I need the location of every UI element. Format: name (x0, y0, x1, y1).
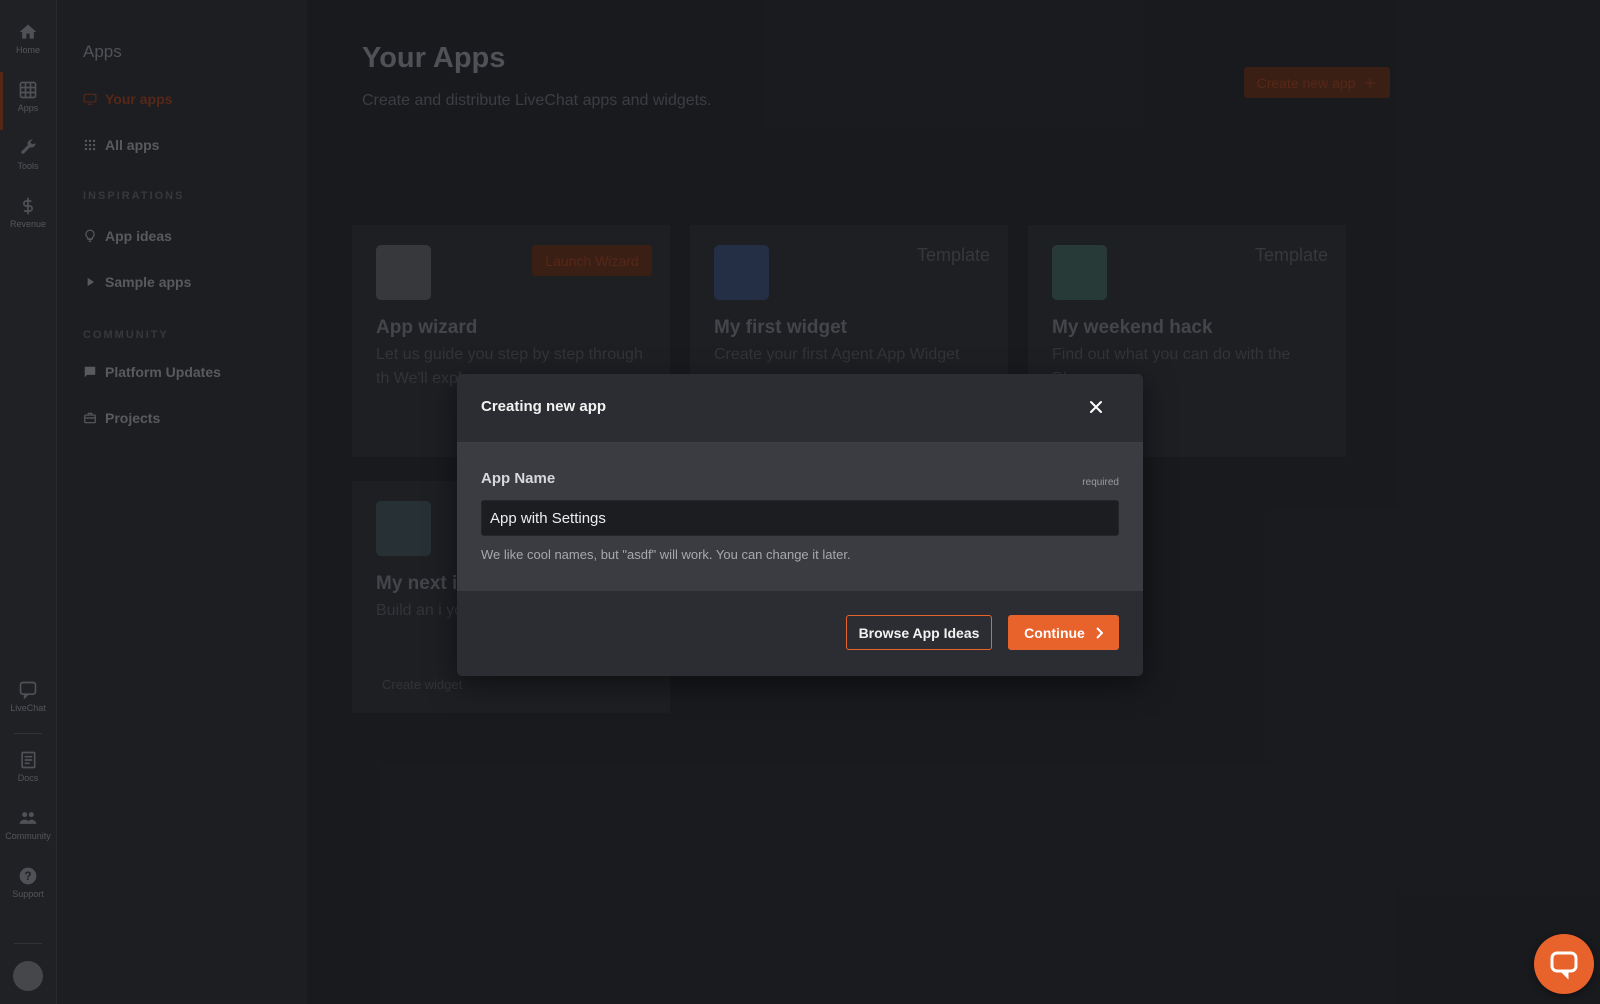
required-indicator: required (1082, 477, 1119, 488)
modal-title: Creating new app (481, 398, 607, 415)
app-name-hint: We like cool names, but "asdf" will work… (481, 547, 851, 562)
continue-button[interactable]: Continue (1008, 615, 1119, 650)
close-icon (1090, 401, 1102, 413)
modal-footer: Browse App Ideas Continue (457, 591, 1143, 676)
chat-bubble-icon (1550, 951, 1578, 980)
close-button[interactable] (1083, 394, 1109, 420)
modal-body: App Name required We like cool names, bu… (457, 443, 1143, 591)
chevron-right-icon (1096, 626, 1103, 639)
continue-label: Continue (1024, 624, 1085, 641)
app-name-label: App Name (481, 470, 556, 487)
chat-widget-button[interactable] (1534, 934, 1594, 994)
app-name-input[interactable] (481, 500, 1119, 536)
browse-app-ideas-button[interactable]: Browse App Ideas (846, 615, 992, 650)
create-app-modal: Creating new app App Name required We li… (457, 374, 1143, 676)
app-background: Home Apps Tools Revenue LiveChat Docs Co… (0, 0, 1600, 1004)
modal-header: Creating new app (457, 374, 1143, 443)
